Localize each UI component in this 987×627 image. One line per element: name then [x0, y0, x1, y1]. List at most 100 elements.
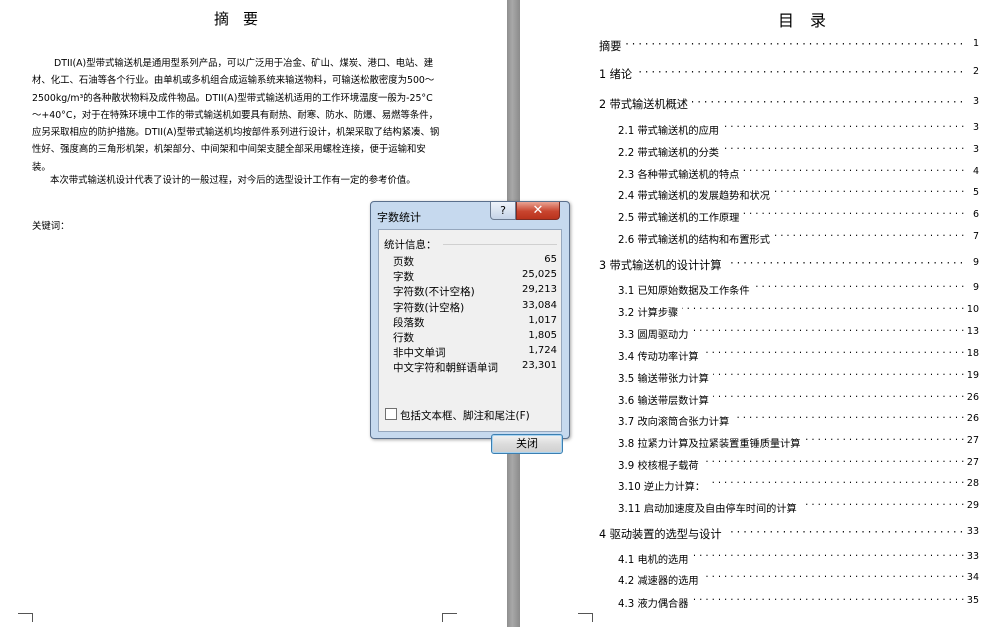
- stat-label: 中文字符和朝鲜语单词: [393, 362, 498, 375]
- stats-divider: [443, 244, 557, 245]
- toc-entry-label: 3.6 输送带层数计算: [618, 392, 713, 407]
- word-count-dialog[interactable]: 字数统计 ? ✕ 统计信息： 页数 65 字数 25,025 字符数(不计空格) 29,2…: [370, 201, 570, 454]
- stat-value: 1,805: [528, 330, 557, 341]
- toc-entry-page: 6: [972, 209, 979, 220]
- include-textbox-checkbox-label: 包括文本框、脚注和尾注(F): [400, 410, 530, 422]
- toc-entry[interactable]: ········································…: [520, 595, 987, 611]
- include-textbox-checkbox-row[interactable]: 包括文本框、脚注和尾注(F): [385, 408, 530, 423]
- toc-entry-label: 3.1 已知原始数据及工作条件: [618, 282, 754, 297]
- stat-value: 25,025: [522, 269, 557, 281]
- toc-entry-label: 3.7 改向滚筒合张力计算: [618, 413, 734, 428]
- toc-entry-page: 26: [966, 413, 979, 424]
- stat-value: 1,017: [528, 314, 557, 326]
- close-icon[interactable]: ✕: [516, 202, 560, 220]
- toc-entry-page: 5: [972, 187, 979, 198]
- toc-entry[interactable]: ········································…: [520, 478, 987, 494]
- toc-entry-label: 2.2 带式输送机的分类: [618, 144, 723, 159]
- toc-title: 目录: [778, 11, 843, 30]
- stat-row: 字符数(计空格) 33,084: [393, 300, 557, 315]
- toc-entry[interactable]: ········································…: [520, 38, 987, 54]
- toc-entry-label: 3.11 启动加速度及自由停车时间的计算: [618, 500, 801, 515]
- toc-entry[interactable]: ········································…: [520, 282, 987, 298]
- toc-entry-label: 3.8 拉紧力计算及拉紧装置重锤质量计算: [618, 435, 805, 450]
- toc-entry[interactable]: ········································…: [520, 413, 987, 429]
- toc-entry[interactable]: ········································…: [520, 166, 987, 182]
- toc-entry-page: 28: [966, 478, 979, 489]
- stat-label: 字符数(不计空格): [393, 286, 475, 299]
- toc-entry-page: 3: [972, 122, 979, 133]
- toc-entry-label: 2.6 带式输送机的结构和布置形式: [618, 231, 774, 246]
- stat-value: 33,084: [522, 299, 557, 311]
- stat-label: 页数: [393, 256, 414, 268]
- toc-entry-label: 3.5 输送带张力计算: [618, 370, 713, 385]
- toc-entry-label: 2.4 带式输送机的发展趋势和状况: [618, 187, 774, 202]
- toc-entry[interactable]: ········································…: [520, 66, 987, 82]
- toc-entry[interactable]: ········································…: [520, 551, 987, 567]
- stat-row: 非中文单词 1,724: [393, 345, 557, 360]
- stats-header: 统计信息：: [384, 239, 437, 251]
- toc-entry[interactable]: ········································…: [520, 144, 987, 160]
- stat-row: 中文字符和朝鲜语单词 23,301: [393, 360, 557, 375]
- toc-entry-label: 4.2 减速器的选用: [618, 572, 703, 587]
- toc-entry-label: 3.10 逆止力计算：: [618, 478, 710, 493]
- stat-value: 23,301: [522, 360, 557, 372]
- toc-entry[interactable]: ········································…: [520, 122, 987, 138]
- toc-entry[interactable]: ········································…: [520, 187, 987, 203]
- toc-entry[interactable]: ········································…: [520, 231, 987, 247]
- toc-entry-page: 33: [966, 526, 979, 537]
- dialog-title: 字数统计: [377, 211, 421, 224]
- stat-row: 字符数(不计空格) 29,213: [393, 284, 557, 299]
- toc-entry-label: 1 绪论: [599, 66, 637, 82]
- toc-entry[interactable]: ········································…: [520, 435, 987, 451]
- toc-entry-label: 3.2 计算步骤: [618, 304, 683, 319]
- toc-entry[interactable]: ········································…: [520, 392, 987, 408]
- page-corner-mark: [18, 613, 33, 622]
- toc-entry-label: 摘要: [599, 38, 626, 54]
- toc-entry-label: 3.4 传动功率计算: [618, 348, 703, 363]
- toc-entry-label: 2 带式输送机概述: [599, 96, 692, 112]
- toc-entry-page: 4: [972, 166, 979, 177]
- toc-entry-page: 19: [966, 370, 979, 381]
- abstract-paragraph-1: DTII(A)型带式输送机是通用型系列产品，可以广泛用于冶金、矿山、煤炭、港口、…: [32, 58, 440, 173]
- toc-entry-page: 7: [972, 231, 979, 242]
- toc-entry-page: 13: [966, 326, 979, 337]
- toc-entry[interactable]: ········································…: [520, 370, 987, 386]
- stat-row: 段落数 1,017: [393, 315, 557, 330]
- toc-entry-page: 29: [966, 500, 979, 511]
- help-icon[interactable]: ?: [490, 202, 516, 220]
- toc-entry-page: 34: [966, 572, 979, 583]
- toc-entry[interactable]: ········································…: [520, 257, 987, 273]
- stat-label: 字符数(计空格): [393, 301, 465, 314]
- abstract-paragraph-2: 本次带式输送机设计代表了设计的一般过程，对今后的选型设计工作有一定的参考价值。: [50, 175, 416, 186]
- stat-label: 行数: [393, 332, 414, 344]
- toc-entry-page: 9: [972, 257, 979, 268]
- close-button[interactable]: 关闭: [491, 434, 563, 454]
- toc-entry[interactable]: ········································…: [520, 326, 987, 342]
- stat-label: 段落数: [393, 316, 425, 329]
- toc-entry-page: 26: [966, 392, 979, 403]
- toc-entry[interactable]: ········································…: [520, 209, 987, 225]
- stat-row: 页数 65: [393, 254, 557, 269]
- toc-entry-label: 4.3 液力偶合器: [618, 595, 693, 610]
- toc-entry-label: 3.3 圆周驱动力: [618, 326, 693, 341]
- toc-entry[interactable]: ········································…: [520, 304, 987, 320]
- toc-entry-page: 3: [972, 96, 979, 107]
- stat-label: 字数: [393, 271, 414, 284]
- page-corner-mark: [578, 613, 593, 622]
- toc-entry-page: 35: [966, 595, 979, 606]
- include-textbox-checkbox[interactable]: [385, 408, 397, 420]
- toc-entry[interactable]: ········································…: [520, 457, 987, 473]
- toc-entry[interactable]: ········································…: [520, 500, 987, 516]
- document-page-toc: 目录 ·····································…: [520, 0, 987, 627]
- toc-entry-leader-dots: ········································…: [599, 66, 965, 79]
- toc-entry-page: 27: [966, 457, 979, 468]
- toc-entry-page: 18: [966, 348, 979, 359]
- toc-entry[interactable]: ········································…: [520, 526, 987, 542]
- toc-entry[interactable]: ········································…: [520, 96, 987, 112]
- abstract-title: 摘要: [214, 10, 273, 28]
- toc-entry-page: 10: [966, 304, 979, 315]
- toc-entry[interactable]: ········································…: [520, 348, 987, 364]
- toc-entry-label: 4.1 电机的选用: [618, 551, 693, 566]
- stat-value: 29,213: [522, 284, 557, 296]
- toc-entry[interactable]: ········································…: [520, 572, 987, 588]
